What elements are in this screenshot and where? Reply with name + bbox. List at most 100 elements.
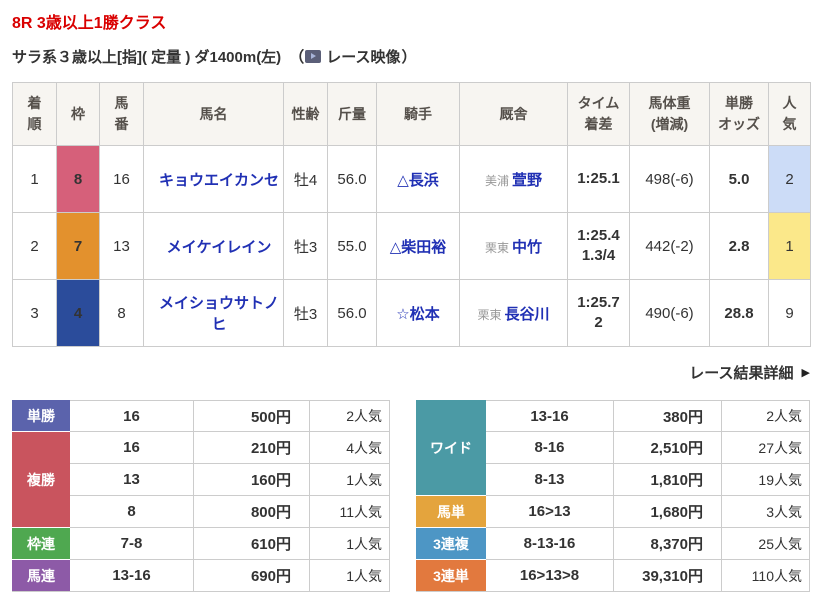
time-value: 1:25.7 [577,293,620,311]
stable-cell: 美浦 萱野 [459,145,568,213]
time-value: 1:25.4 [577,226,620,244]
race-video-label: レース映像 [326,49,401,66]
selection-cell: 8-16 [486,432,614,464]
finish-position-cell: 2 [12,212,57,280]
jockey-cell: ☆松本 [376,279,460,347]
time-value: 1:25.1 [577,169,620,187]
payout-row: 馬単 16>13 1,680円 3人気 [416,496,810,528]
selection-cell: 16 [70,400,194,432]
race-conditions: サラ系３歳以上[指]( 定量 ) ダ1400m(左) [12,49,282,66]
result-row-1: 1 8 16 キョウエイカンセ 牡4 56.0 △長浜 美浦 萱野 1:25.1 … [12,145,811,213]
finish-position-cell: 3 [12,279,57,347]
col-horse-name: 馬名 [143,82,284,146]
popularity-cell: 11人気 [310,496,390,528]
payout-table-right: ワイド 13-16 380円 2人気 8-16 2,510円 27人気 8-13… [416,400,810,592]
horse-name-link[interactable]: メイケイレイン [167,239,272,256]
jockey-link[interactable]: ☆松本 [396,306,439,323]
favorite-rank-cell: 1 [768,212,811,280]
popularity-cell: 19人気 [722,464,810,496]
payout-row: 3連複 8-13-16 8,370円 25人気 [416,528,810,560]
payout-section: 単勝 16 500円 2人気 複勝 16 210円 4人気 13 160円 1人… [12,400,810,592]
payout-table-left: 単勝 16 500円 2人気 複勝 16 210円 4人気 13 160円 1人… [12,400,390,592]
race-result-page: 8R 3歳以上1勝クラス サラ系３歳以上[指]( 定量 ) ダ1400m(左) … [0,0,822,592]
horse-weight-cell: 490(-6) [629,279,710,347]
stable-link[interactable]: 萱野 [512,172,542,189]
selection-cell: 16 [70,432,194,464]
payout-amount-cell: 1,810円 [614,464,722,496]
horse-name-link[interactable]: キョウエイカンセ [159,172,279,189]
favorite-rank-cell: 2 [768,145,811,213]
horse-weight-cell: 442(-2) [629,212,710,280]
horse-name-link[interactable]: メイショウサトノヒ [159,295,279,333]
favorite-rank-cell: 9 [768,279,811,347]
payout-row: 枠連 7-8 610円 1人気 [12,528,390,560]
results-header-row: 着 順 枠 馬 番 馬名 性齢 斤量 騎手 厩舎 タイム 着差 馬体重 (増減)… [12,82,811,146]
bet-type-label-trio: 3連複 [416,528,486,560]
selection-cell: 13-16 [486,400,614,432]
selection-cell: 16>13 [486,496,614,528]
odds-cell: 2.8 [709,212,769,280]
video-play-icon [305,50,322,63]
col-jockey: 騎手 [376,82,460,146]
popularity-cell: 2人気 [722,400,810,432]
payout-amount-cell: 690円 [194,560,310,592]
margin-value: 1.3/4 [581,247,616,264]
selection-cell: 13 [70,464,194,496]
bet-type-label-exacta: 馬単 [416,496,486,528]
payout-row: 馬連 13-16 690円 1人気 [12,560,390,592]
bet-type-label-wide: ワイド [416,400,486,496]
payout-amount-cell: 2,510円 [614,432,722,464]
detail-link-row: レース結果詳細 ▶ [12,362,810,383]
jockey-link[interactable]: △長浜 [397,172,439,189]
bet-type-label-place: 複勝 [12,432,70,528]
frame-number-cell: 8 [56,145,100,213]
time-margin-cell: 1:25.4 1.3/4 [567,212,630,280]
horse-name-cell: メイショウサトノヒ [143,279,284,347]
race-results-table: 着 順 枠 馬 番 馬名 性齢 斤量 騎手 厩舎 タイム 着差 馬体重 (増減)… [12,82,811,347]
popularity-cell: 25人気 [722,528,810,560]
selection-cell: 7-8 [70,528,194,560]
col-win-odds: 単勝 オッズ [709,82,769,146]
horse-weight-cell: 498(-6) [629,145,710,213]
stable-cell: 栗東 長谷川 [459,279,568,347]
popularity-cell: 4人気 [310,432,390,464]
selection-cell: 8 [70,496,194,528]
popularity-cell: 2人気 [310,400,390,432]
payout-row: 複勝 16 210円 4人気 [12,432,390,528]
result-row-2: 2 7 13 メイケイレイン 牡3 55.0 △柴田裕 栗東 中竹 1:25.4 … [12,212,811,280]
paren-open: （ [289,49,305,66]
jockey-link[interactable]: △柴田裕 [390,239,447,256]
payout-amount-cell: 210円 [194,432,310,464]
selection-cell: 8-13 [486,464,614,496]
frame-number-cell: 4 [56,279,100,347]
stable-link[interactable]: 長谷川 [505,306,550,323]
carried-weight-cell: 56.0 [327,279,377,347]
popularity-cell: 3人気 [722,496,810,528]
frame-number-cell: 7 [56,212,100,280]
stable-link[interactable]: 中竹 [512,239,542,256]
col-stable: 厩舎 [459,82,568,146]
stable-cell: 栗東 中竹 [459,212,568,280]
jockey-cell: △長浜 [376,145,460,213]
odds-cell: 5.0 [709,145,769,213]
payout-amount-cell: 500円 [194,400,310,432]
payout-amount-cell: 8,370円 [614,528,722,560]
margin-value: 2 [594,314,603,331]
payout-amount-cell: 39,310円 [614,560,722,592]
payout-amount-cell: 610円 [194,528,310,560]
race-video-link[interactable]: レース映像 [305,46,400,67]
carried-weight-cell: 55.0 [327,212,377,280]
selection-cell: 16>13>8 [486,560,614,592]
sex-age-cell: 牡3 [283,279,328,347]
jockey-cell: △柴田裕 [376,212,460,280]
bet-type-label-bracket-quinella: 枠連 [12,528,70,560]
bet-type-label-win: 単勝 [12,400,70,432]
race-detail-label: レース結果詳細 [689,365,794,382]
result-row-3: 3 4 8 メイショウサトノヒ 牡3 56.0 ☆松本 栗東 長谷川 1:25.7… [12,279,811,347]
popularity-cell: 27人気 [722,432,810,464]
race-detail-link[interactable]: レース結果詳細 ▶ [689,362,810,383]
selection-cell: 13-16 [70,560,194,592]
col-sex-age: 性齢 [283,82,328,146]
popularity-cell: 1人気 [310,464,390,496]
horse-name-cell: キョウエイカンセ [143,145,284,213]
